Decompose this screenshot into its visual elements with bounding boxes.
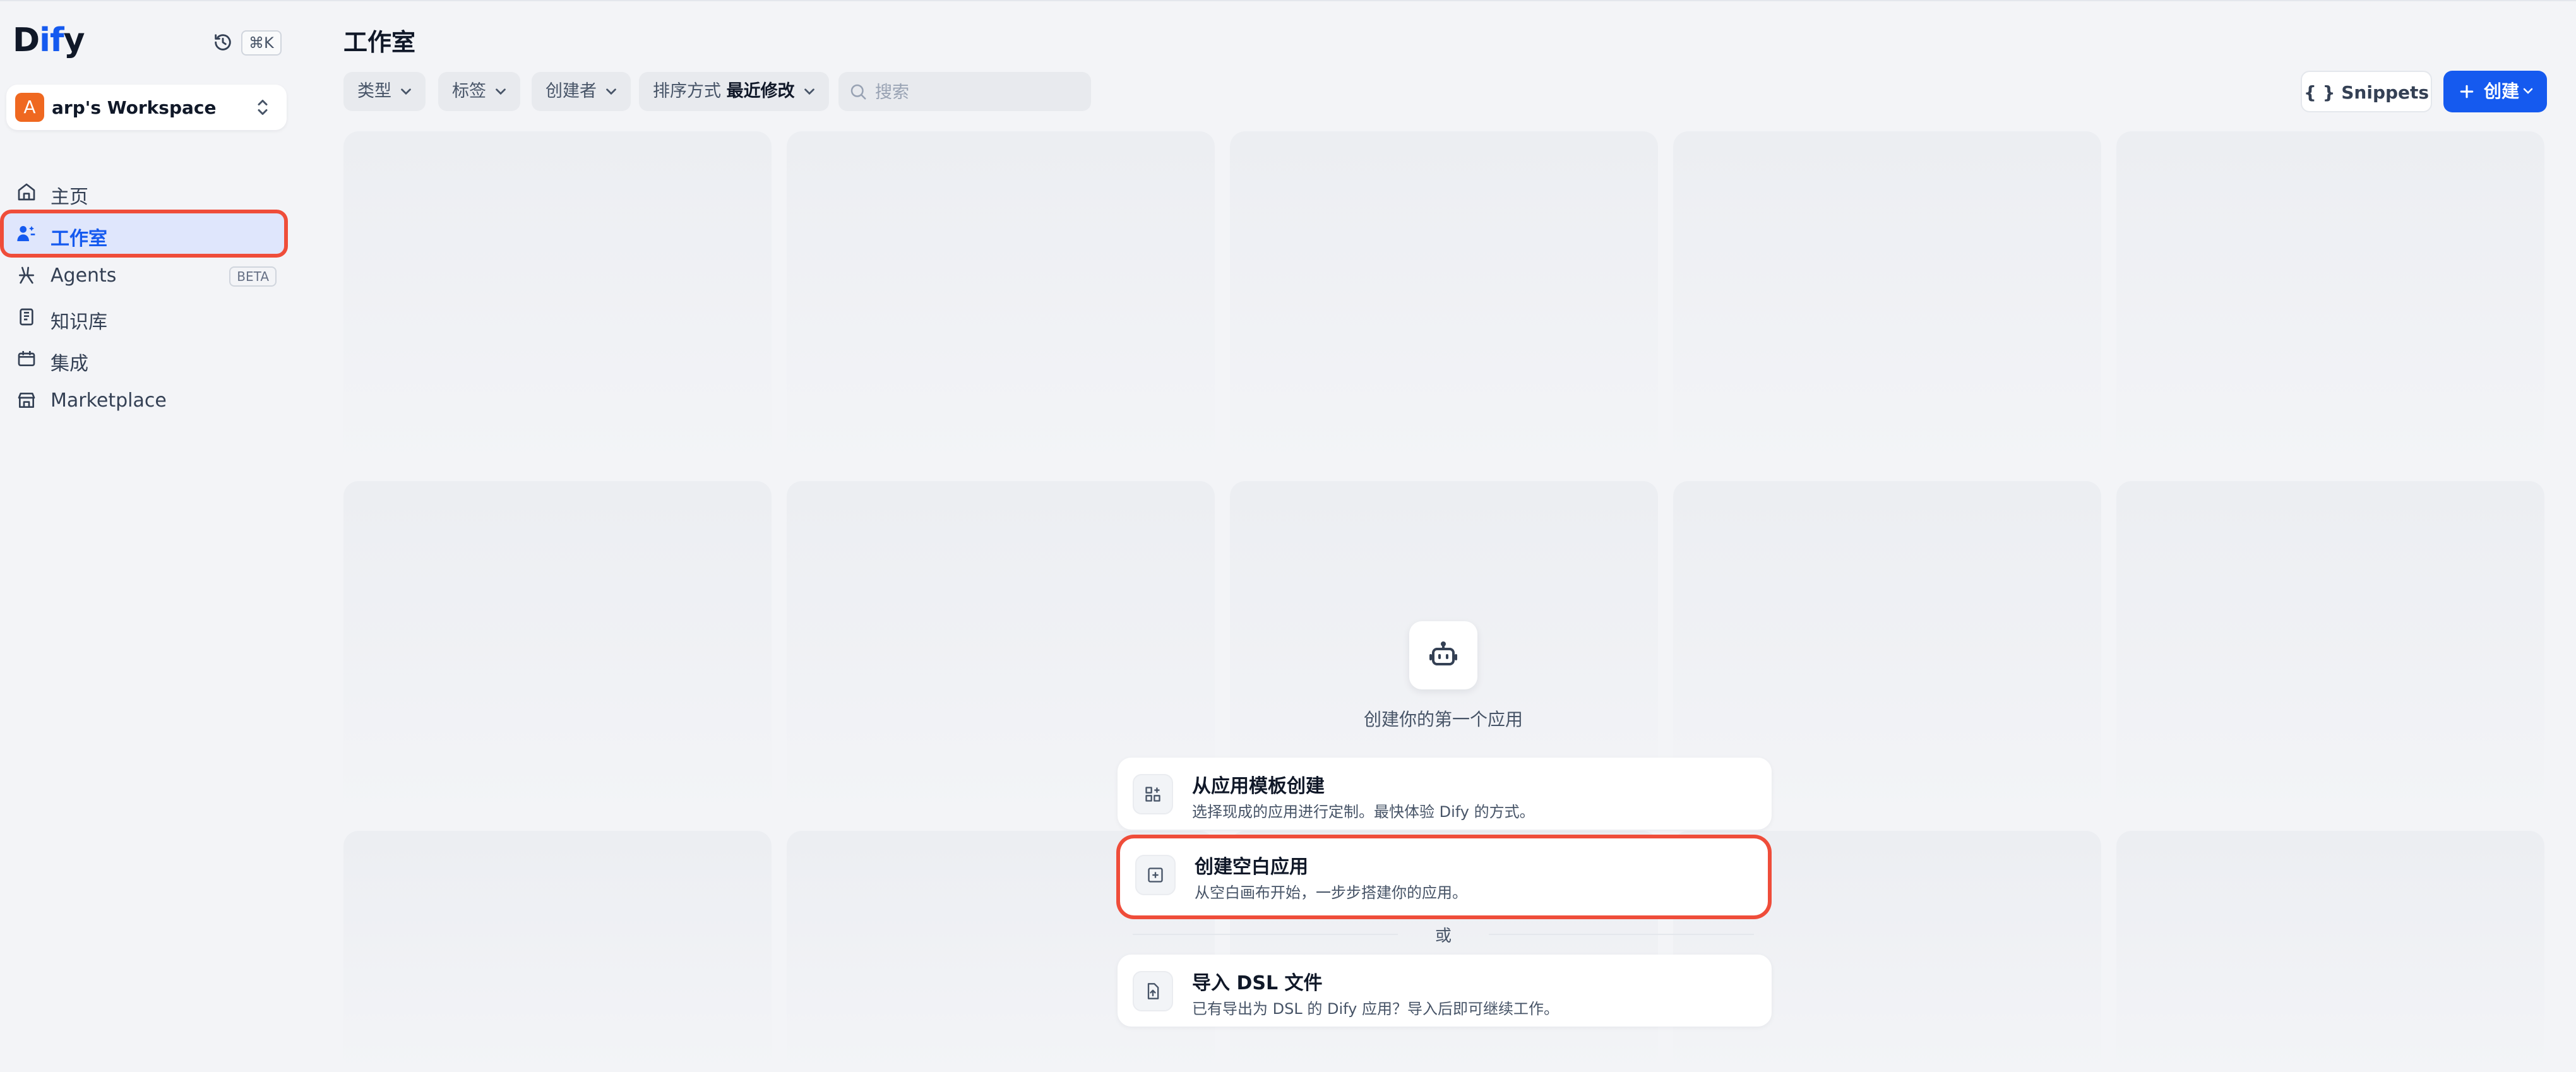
search-icon (850, 84, 866, 100)
template-grid-icon (1145, 787, 1160, 802)
option-title: 导入 DSL 文件 (1192, 972, 1323, 994)
app-card-placeholder (343, 831, 772, 1072)
sidebar-item-studio[interactable]: 工作室 (4, 213, 284, 254)
plus-icon (2460, 85, 2474, 98)
home-icon (18, 183, 35, 201)
app-card-placeholder (1673, 131, 2101, 466)
app-card-placeholder (2116, 131, 2544, 466)
type-filter[interactable]: 类型 (343, 72, 426, 111)
app-card-placeholder (2116, 481, 2544, 816)
studio-icon (17, 226, 35, 241)
type-filter-label: 类型 (357, 81, 391, 101)
sidebar-item-label: 工作室 (51, 228, 107, 250)
search-box[interactable] (838, 72, 1091, 111)
chevron-down-icon (804, 88, 814, 95)
snippets-button[interactable]: { } Snippets (2301, 71, 2432, 112)
workspace-avatar: A (15, 93, 44, 122)
import-dsl-option[interactable]: 导入 DSL 文件 已有导出为 DSL 的 Dify 应用？导入后即可继续工作。 (1118, 955, 1772, 1027)
dify-logo[interactable]: Dify (13, 21, 85, 59)
divider-line (1133, 934, 1398, 935)
plus-square-icon (1148, 867, 1163, 883)
empty-state-caption: 创建你的第一个应用 (1363, 709, 1523, 730)
option-title: 从应用模板创建 (1192, 775, 1325, 797)
sidebar-item-knowledge[interactable]: 知识库 (0, 297, 285, 337)
knowledge-icon (20, 308, 33, 326)
page-title: 工作室 (343, 28, 416, 56)
tags-filter[interactable]: 标签 (438, 72, 520, 111)
option-description: 选择现成的应用进行定制。最快体验 Dify 的方式。 (1192, 803, 1535, 821)
app-card-placeholder (2116, 831, 2544, 1072)
sort-filter-label: 排序方式 (653, 81, 721, 101)
tags-filter-label: 标签 (452, 81, 486, 101)
sidebar-item-marketplace[interactable]: Marketplace (0, 380, 285, 420)
search-shortcut-badge[interactable]: ⌘K (241, 30, 282, 56)
create-button-label: 创建 (2484, 81, 2520, 102)
creator-filter-label: 创建者 (546, 81, 597, 101)
app-card-placeholder (343, 131, 772, 466)
chevron-down-icon (496, 88, 506, 95)
option-icon-box (1135, 855, 1176, 895)
sidebar-item-home[interactable]: 主页 (0, 172, 285, 212)
search-input[interactable] (874, 78, 1085, 106)
option-icon-box (1133, 971, 1173, 1011)
sidebar-item-integration[interactable]: 集成 (0, 338, 285, 379)
app-card-placeholder (787, 131, 1215, 466)
robot-icon (1429, 641, 1457, 665)
file-upload-icon (1147, 983, 1159, 999)
history-icon[interactable] (212, 32, 234, 53)
robot-icon-box (1409, 621, 1477, 689)
integration-icon (18, 351, 35, 366)
sidebar: Dify ⌘K A arp's Workspace 主页 工作室 Agents … (0, 0, 297, 1072)
create-from-template-option[interactable]: 从应用模板创建 选择现成的应用进行定制。最快体验 Dify 的方式。 (1118, 758, 1772, 830)
chevron-down-icon (401, 88, 411, 95)
create-button[interactable]: 创建 (2443, 71, 2547, 112)
sidebar-item-label: Marketplace (51, 390, 167, 412)
option-icon-box (1133, 774, 1173, 814)
option-description: 已有导出为 DSL 的 Dify 应用？导入后即可继续工作。 (1192, 1000, 1559, 1018)
marketplace-icon (18, 393, 35, 408)
sort-filter[interactable]: 排序方式 最近修改 (639, 72, 829, 111)
divider-line (1489, 934, 1754, 935)
app-card-placeholder (343, 481, 772, 816)
sort-filter-value: 最近修改 (726, 81, 795, 101)
chevron-up-down-icon (258, 100, 268, 115)
option-title: 创建空白应用 (1195, 856, 1308, 878)
app-card-placeholder (1230, 131, 1658, 466)
option-description: 从空白画布开始，一步步搭建你的应用。 (1195, 884, 1467, 902)
agents-icon (19, 266, 34, 284)
sidebar-item-label: 知识库 (51, 311, 107, 333)
top-border (0, 0, 2576, 1)
chevron-down-icon (2523, 88, 2533, 94)
create-blank-app-option[interactable]: 创建空白应用 从空白画布开始，一步步搭建你的应用。 (1120, 838, 1768, 915)
sidebar-item-agents[interactable]: Agents BETA (0, 255, 285, 295)
workspace-name: arp's Workspace (52, 97, 217, 118)
chevron-down-icon (606, 88, 616, 95)
creator-filter[interactable]: 创建者 (532, 72, 631, 111)
or-divider: 或 (1434, 927, 1452, 946)
beta-badge: BETA (229, 266, 277, 287)
workspace-switcher[interactable]: A arp's Workspace (6, 85, 287, 130)
sidebar-item-label: 主页 (51, 186, 88, 208)
sidebar-item-label: Agents (51, 265, 117, 287)
sidebar-item-label: 集成 (51, 353, 88, 375)
